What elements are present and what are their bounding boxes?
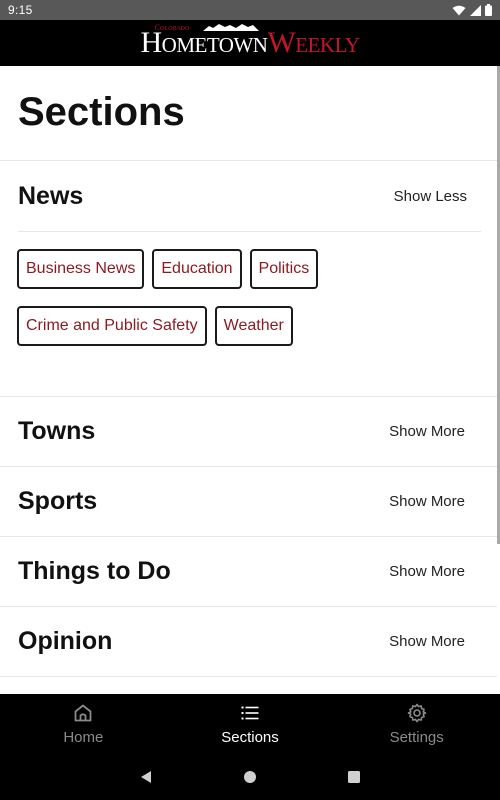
show-more-button[interactable]: Show More bbox=[389, 423, 465, 440]
status-time: 9:15 bbox=[8, 3, 33, 17]
hometown-weekly-logo[interactable]: Colorado Hometown Weekly bbox=[140, 24, 360, 59]
show-more-button[interactable]: Show More bbox=[389, 633, 465, 650]
recents-icon[interactable] bbox=[347, 770, 361, 784]
section-towns[interactable]: Towns Show More bbox=[0, 397, 497, 467]
home-circle-icon[interactable] bbox=[243, 770, 257, 784]
section-things-to-do[interactable]: Things to Do Show More bbox=[0, 537, 497, 607]
section-opinion[interactable]: Opinion Show More bbox=[0, 607, 497, 677]
chip-politics[interactable]: Politics bbox=[249, 249, 319, 289]
nav-label: Home bbox=[63, 728, 104, 746]
wifi-icon bbox=[452, 5, 466, 15]
section-news-header[interactable]: News Show Less bbox=[0, 161, 497, 231]
mountains-icon bbox=[202, 24, 259, 31]
logo-colorado-text: Colorado bbox=[154, 23, 190, 32]
battery-icon bbox=[485, 4, 492, 16]
nav-sections[interactable]: Sections bbox=[167, 694, 334, 754]
chip-weather[interactable]: Weather bbox=[214, 306, 293, 346]
chip-education[interactable]: Education bbox=[152, 249, 242, 289]
section-name: Things to Do bbox=[18, 557, 171, 585]
sections-content[interactable]: Sections News Show Less Business News Ed… bbox=[0, 66, 497, 694]
show-less-button[interactable]: Show Less bbox=[394, 188, 467, 205]
status-bar: 9:15 bbox=[0, 0, 500, 20]
app-header: Colorado Hometown Weekly bbox=[0, 20, 500, 66]
gear-icon bbox=[407, 703, 426, 722]
page-title: Sections bbox=[18, 90, 185, 134]
show-more-button[interactable]: Show More bbox=[389, 563, 465, 580]
section-name: Towns bbox=[18, 417, 96, 445]
section-name: News bbox=[18, 181, 84, 210]
logo-weekly-text: Weekly bbox=[267, 26, 360, 59]
signal-icon bbox=[470, 4, 481, 16]
chip-business-news[interactable]: Business News bbox=[17, 249, 145, 289]
logo-hometown-text: Hometown bbox=[140, 26, 268, 59]
show-more-button[interactable]: Show More bbox=[389, 493, 465, 510]
nav-home[interactable]: Home bbox=[0, 694, 167, 754]
section-name: Opinion bbox=[18, 627, 113, 655]
section-sports[interactable]: Sports Show More bbox=[0, 467, 497, 537]
section-news: News Show Less Business News Education P… bbox=[0, 161, 497, 397]
nav-label: Sections bbox=[221, 728, 279, 746]
news-subsection-chips: Business News Education Politics Crime a… bbox=[0, 232, 340, 396]
bottom-navigation: Home Sections Settings bbox=[0, 694, 500, 754]
nav-label: Settings bbox=[389, 728, 444, 746]
nav-settings[interactable]: Settings bbox=[333, 694, 500, 754]
home-icon bbox=[74, 704, 92, 721]
system-navigation bbox=[0, 754, 500, 800]
section-name: Sports bbox=[18, 487, 98, 515]
status-icons bbox=[452, 4, 492, 16]
back-icon[interactable] bbox=[139, 770, 153, 784]
chip-crime-and-public-safety[interactable]: Crime and Public Safety bbox=[17, 306, 207, 346]
list-icon bbox=[241, 706, 259, 719]
